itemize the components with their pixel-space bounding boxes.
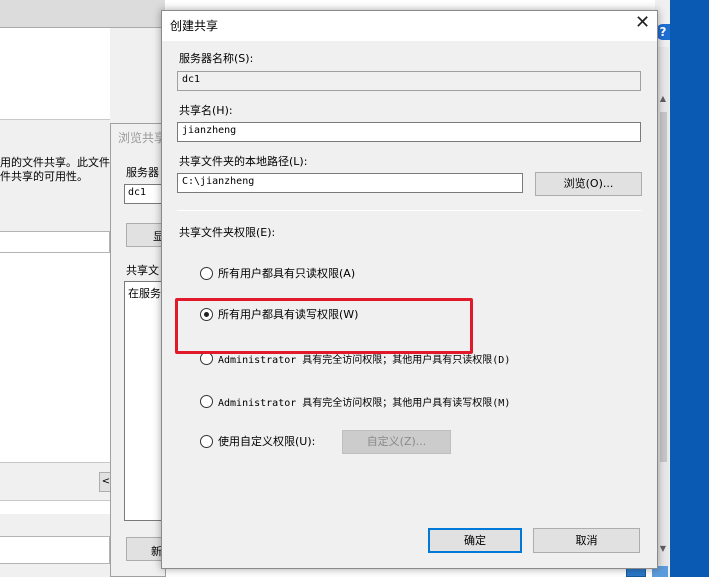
server-name-field: dc1 xyxy=(177,71,641,91)
radio-button[interactable] xyxy=(200,395,213,408)
browse-server-input[interactable]: dc1 xyxy=(124,184,166,204)
radio-all-users-read-only[interactable]: 所有用户都具有只读权限(A) xyxy=(200,265,355,281)
close-icon[interactable]: ✕ xyxy=(628,11,657,37)
share-name-label: 共享名(H): xyxy=(179,104,233,117)
background-description: 用的文件共享。此文件 件共享的可用性。 xyxy=(0,156,110,183)
background-separator xyxy=(0,500,110,514)
radio-button[interactable] xyxy=(200,434,213,448)
list-item[interactable]: 在服务 xyxy=(128,287,161,300)
scrollbar-thumb[interactable] xyxy=(660,112,667,462)
radio-admin-full-others-read[interactable]: Administrator 具有完全访问权限；其他用户具有只读权限(D) xyxy=(200,351,510,366)
background-input xyxy=(0,231,110,253)
section-divider xyxy=(177,210,641,211)
radio-label: Administrator 具有完全访问权限；其他用户具有只读权限(D) xyxy=(218,355,511,366)
help-icon[interactable]: ? xyxy=(656,24,670,40)
browse-show-button[interactable]: 显 xyxy=(126,223,166,247)
ok-button[interactable]: 确定 xyxy=(428,528,522,553)
browse-new-button[interactable]: 新 xyxy=(126,537,166,561)
radio-button-selected[interactable] xyxy=(200,307,213,321)
background-panel xyxy=(0,28,110,120)
scroll-down-icon[interactable]: ▼ xyxy=(658,544,668,554)
radio-admin-full-others-read-write[interactable]: Administrator 具有完全访问权限；其他用户具有读写权限(M) xyxy=(200,394,510,409)
create-share-dialog xyxy=(161,10,658,569)
local-path-label: 共享文件夹的本地路径(L): xyxy=(179,155,308,168)
background-window-titlebar xyxy=(0,0,165,28)
browse-share-list[interactable]: 在服务 xyxy=(124,281,166,521)
dialog-title: 创建共享 xyxy=(170,19,219,33)
browse-share-list-label: 共享文 xyxy=(126,264,159,277)
cancel-button[interactable]: 取消 xyxy=(533,528,640,553)
radio-label: Administrator 具有完全访问权限；其他用户具有读写权限(M) xyxy=(218,398,511,409)
scroll-up-icon[interactable]: ▲ xyxy=(658,94,668,104)
background-footer-field xyxy=(0,536,110,564)
radio-button[interactable] xyxy=(200,266,213,280)
radio-label: 使用自定义权限(U): xyxy=(218,435,316,448)
share-name-input[interactable]: jianzheng xyxy=(177,122,641,142)
radio-label: 所有用户都具有读写权限(W) xyxy=(218,308,359,321)
local-path-input[interactable]: C:\jianzheng xyxy=(177,173,523,193)
customize-button: 自定义(Z)... xyxy=(342,430,451,454)
browse-share-title: 浏览共享 xyxy=(118,131,166,145)
radio-button[interactable] xyxy=(200,352,213,365)
desktop-background xyxy=(670,0,709,577)
background-list-panel xyxy=(0,253,110,463)
radio-custom-permissions[interactable]: 使用自定义权限(U): xyxy=(200,433,315,449)
radio-all-users-read-write[interactable]: 所有用户都具有读写权限(W) xyxy=(200,306,358,322)
server-name-label: 服务器名称(S): xyxy=(179,52,254,65)
radio-label: 所有用户都具有只读权限(A) xyxy=(218,267,356,280)
dialog-titlebar[interactable] xyxy=(162,11,657,41)
share-permissions-label: 共享文件夹权限(E): xyxy=(179,226,276,239)
browse-server-label: 服务器 xyxy=(126,166,159,179)
browse-button[interactable]: 浏览(O)... xyxy=(535,172,642,196)
